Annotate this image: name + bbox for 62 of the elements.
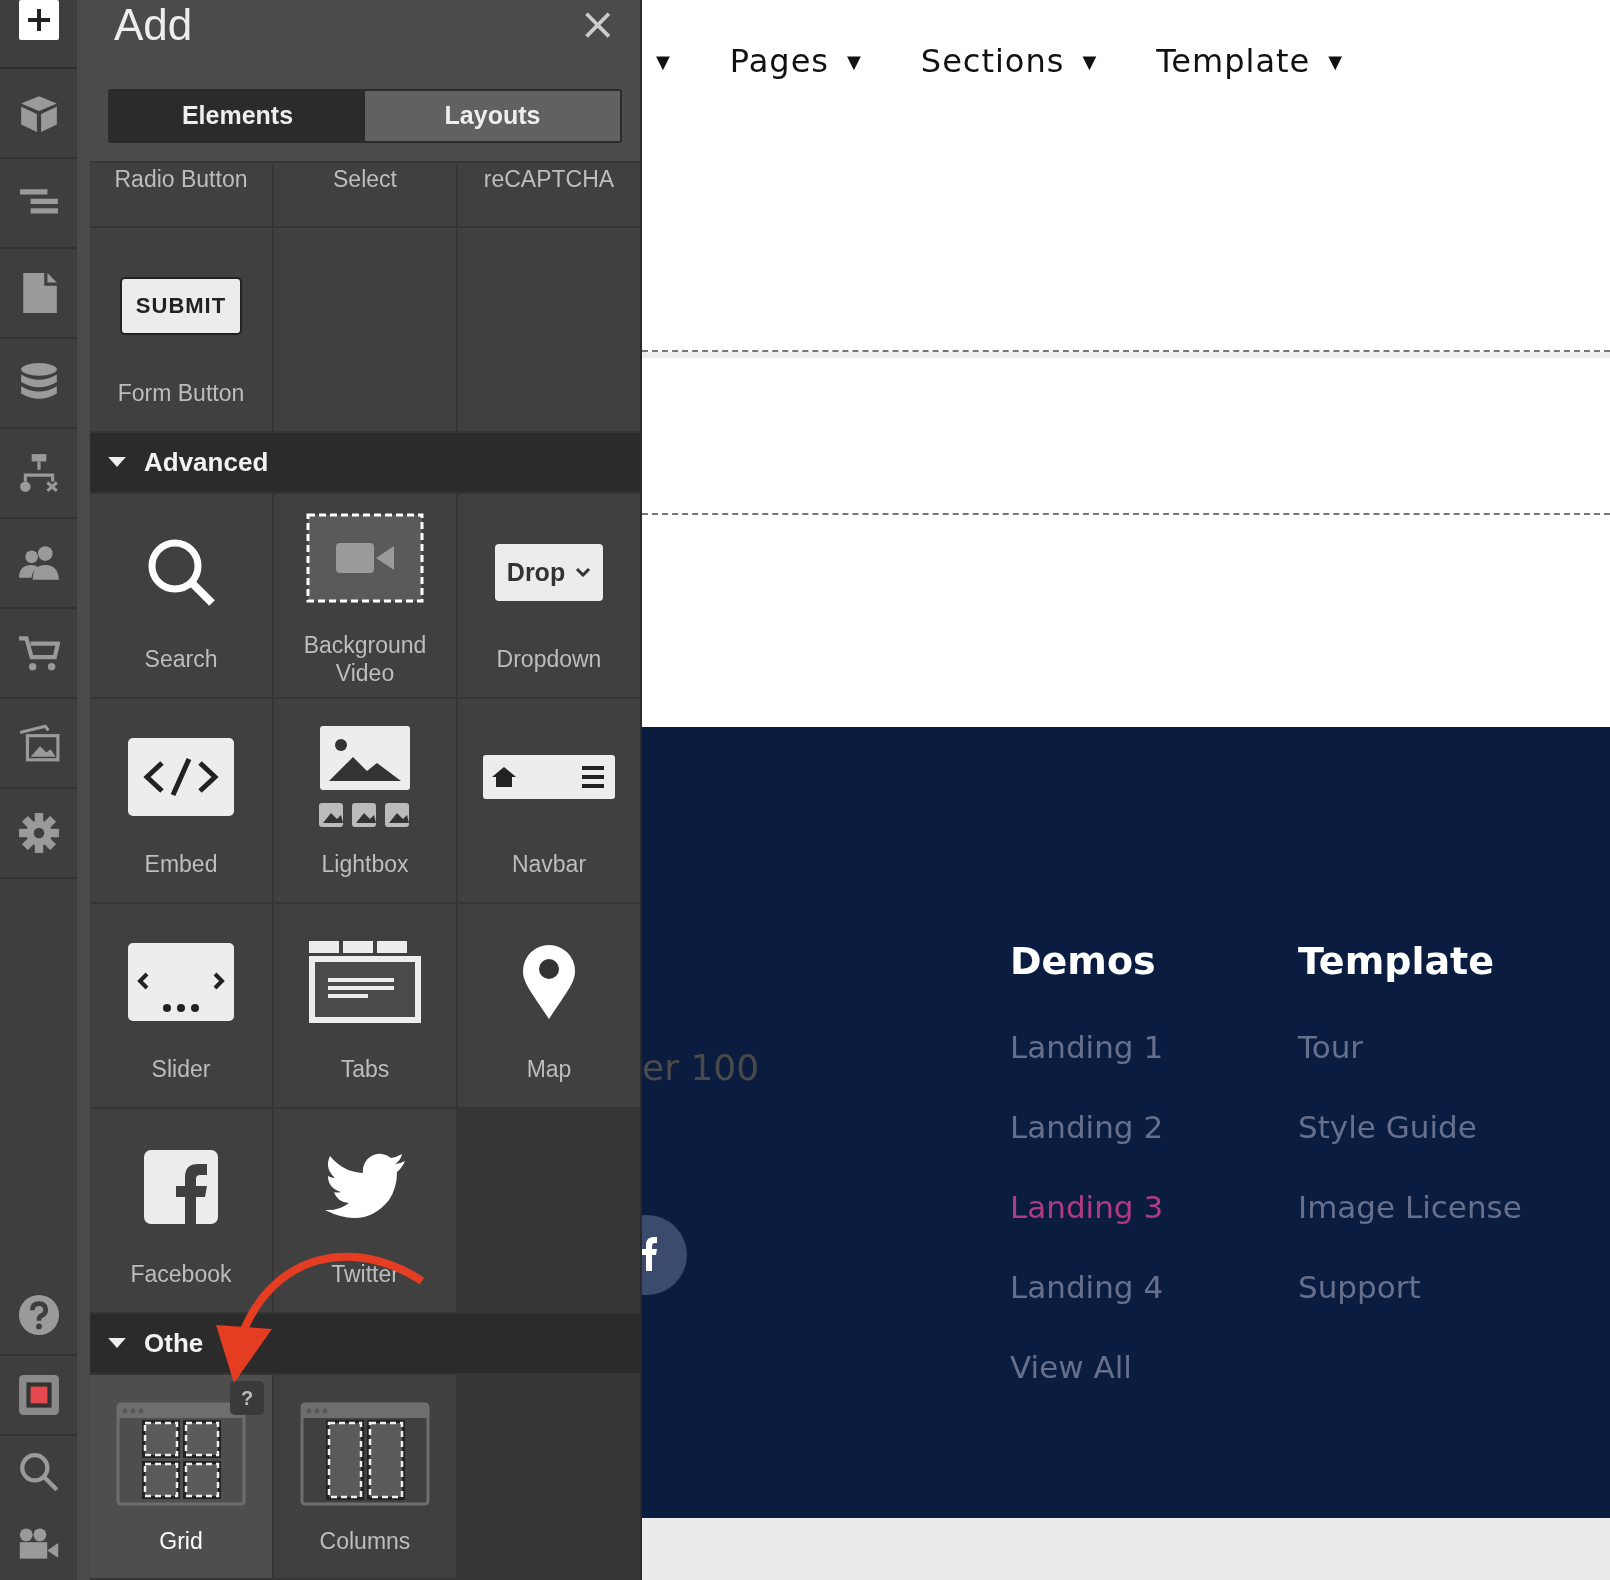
logic-icon[interactable] (17, 452, 60, 494)
footer-link[interactable]: Style Guide (1298, 1109, 1586, 1189)
element-label[interactable]: Embed (144, 850, 218, 879)
section-header[interactable]: Advanced (90, 432, 640, 494)
element-label[interactable]: Search (144, 645, 218, 674)
submit-preview[interactable]: SUBMIT (119, 277, 243, 336)
nav-link[interactable]: Sections (920, 42, 1065, 80)
element-label[interactable]: Dropdown (496, 645, 602, 674)
slider-icon (127, 942, 235, 1023)
footer-heading: Demos (1010, 939, 1157, 983)
facebook-icon (143, 1149, 219, 1226)
section-header[interactable]: Othe (90, 1313, 640, 1375)
dropdown-preview: Drop (494, 543, 604, 601)
footer-text: er 100 (642, 1047, 760, 1088)
facebook-icon[interactable] (642, 1215, 687, 1295)
nav-link[interactable]: Template (1156, 42, 1311, 80)
search-icon[interactable] (17, 1451, 60, 1493)
element-label[interactable]: Slider (151, 1055, 211, 1084)
section-title: Advanced (144, 446, 269, 478)
caret-icon[interactable]: ▼ (656, 50, 670, 72)
element-label[interactable]: Form Button (117, 379, 245, 408)
map-pin-icon (521, 944, 577, 1021)
caret-icon[interactable]: ▼ (1082, 50, 1097, 72)
add-icon[interactable] (18, 0, 59, 40)
element-label[interactable]: Tabs (340, 1055, 390, 1084)
element-label[interactable]: Columns (319, 1526, 411, 1555)
help-icon[interactable] (17, 1294, 60, 1336)
navbar-icon (482, 754, 616, 801)
footer-link[interactable]: Landing 3 (1010, 1189, 1298, 1269)
tab[interactable]: Layouts (365, 90, 620, 141)
close-button[interactable]: × (579, 0, 616, 48)
footer-link[interactable]: Support (1298, 1269, 1586, 1349)
nav-link[interactable]: Pages (729, 42, 829, 80)
chevron-icon (575, 567, 592, 578)
footer-link[interactable]: View All (1010, 1349, 1298, 1429)
element-label[interactable]: Map (526, 1055, 572, 1084)
element-label[interactable]: Twitter (331, 1260, 399, 1289)
columns-layout-icon (300, 1401, 430, 1506)
caret-icon[interactable]: ▼ (1328, 50, 1343, 72)
element-label[interactable]: Facebook (130, 1260, 232, 1289)
element-label[interactable]: Lightbox (321, 850, 409, 879)
settings-icon[interactable] (17, 812, 60, 854)
code-icon (127, 737, 235, 818)
section-title: Othe (144, 1327, 204, 1359)
caret-icon[interactable]: ▼ (847, 50, 861, 72)
element-label[interactable]: Navbar (511, 850, 587, 879)
help-badge[interactable]: ? (230, 1381, 264, 1415)
video-frame-icon (306, 513, 424, 604)
footer-link[interactable]: Landing 4 (1010, 1269, 1298, 1349)
footer-link[interactable]: Tour (1298, 1029, 1586, 1109)
tab[interactable]: Elements (110, 90, 365, 141)
image-gallery-icon (319, 725, 411, 830)
stop-icon[interactable] (17, 1374, 60, 1416)
footer-link[interactable]: Image License (1298, 1189, 1586, 1269)
footer-heading: Template (1298, 939, 1496, 983)
footer-link[interactable]: Landing 1 (1010, 1029, 1298, 1109)
media-icon[interactable] (17, 722, 60, 764)
panel-title: Add (114, 0, 193, 50)
element-label[interactable]: Grid (159, 1526, 203, 1555)
footer-link[interactable]: Landing 2 (1010, 1109, 1298, 1189)
element-label[interactable]: Select (333, 164, 397, 193)
tabs-icon (308, 940, 422, 1025)
